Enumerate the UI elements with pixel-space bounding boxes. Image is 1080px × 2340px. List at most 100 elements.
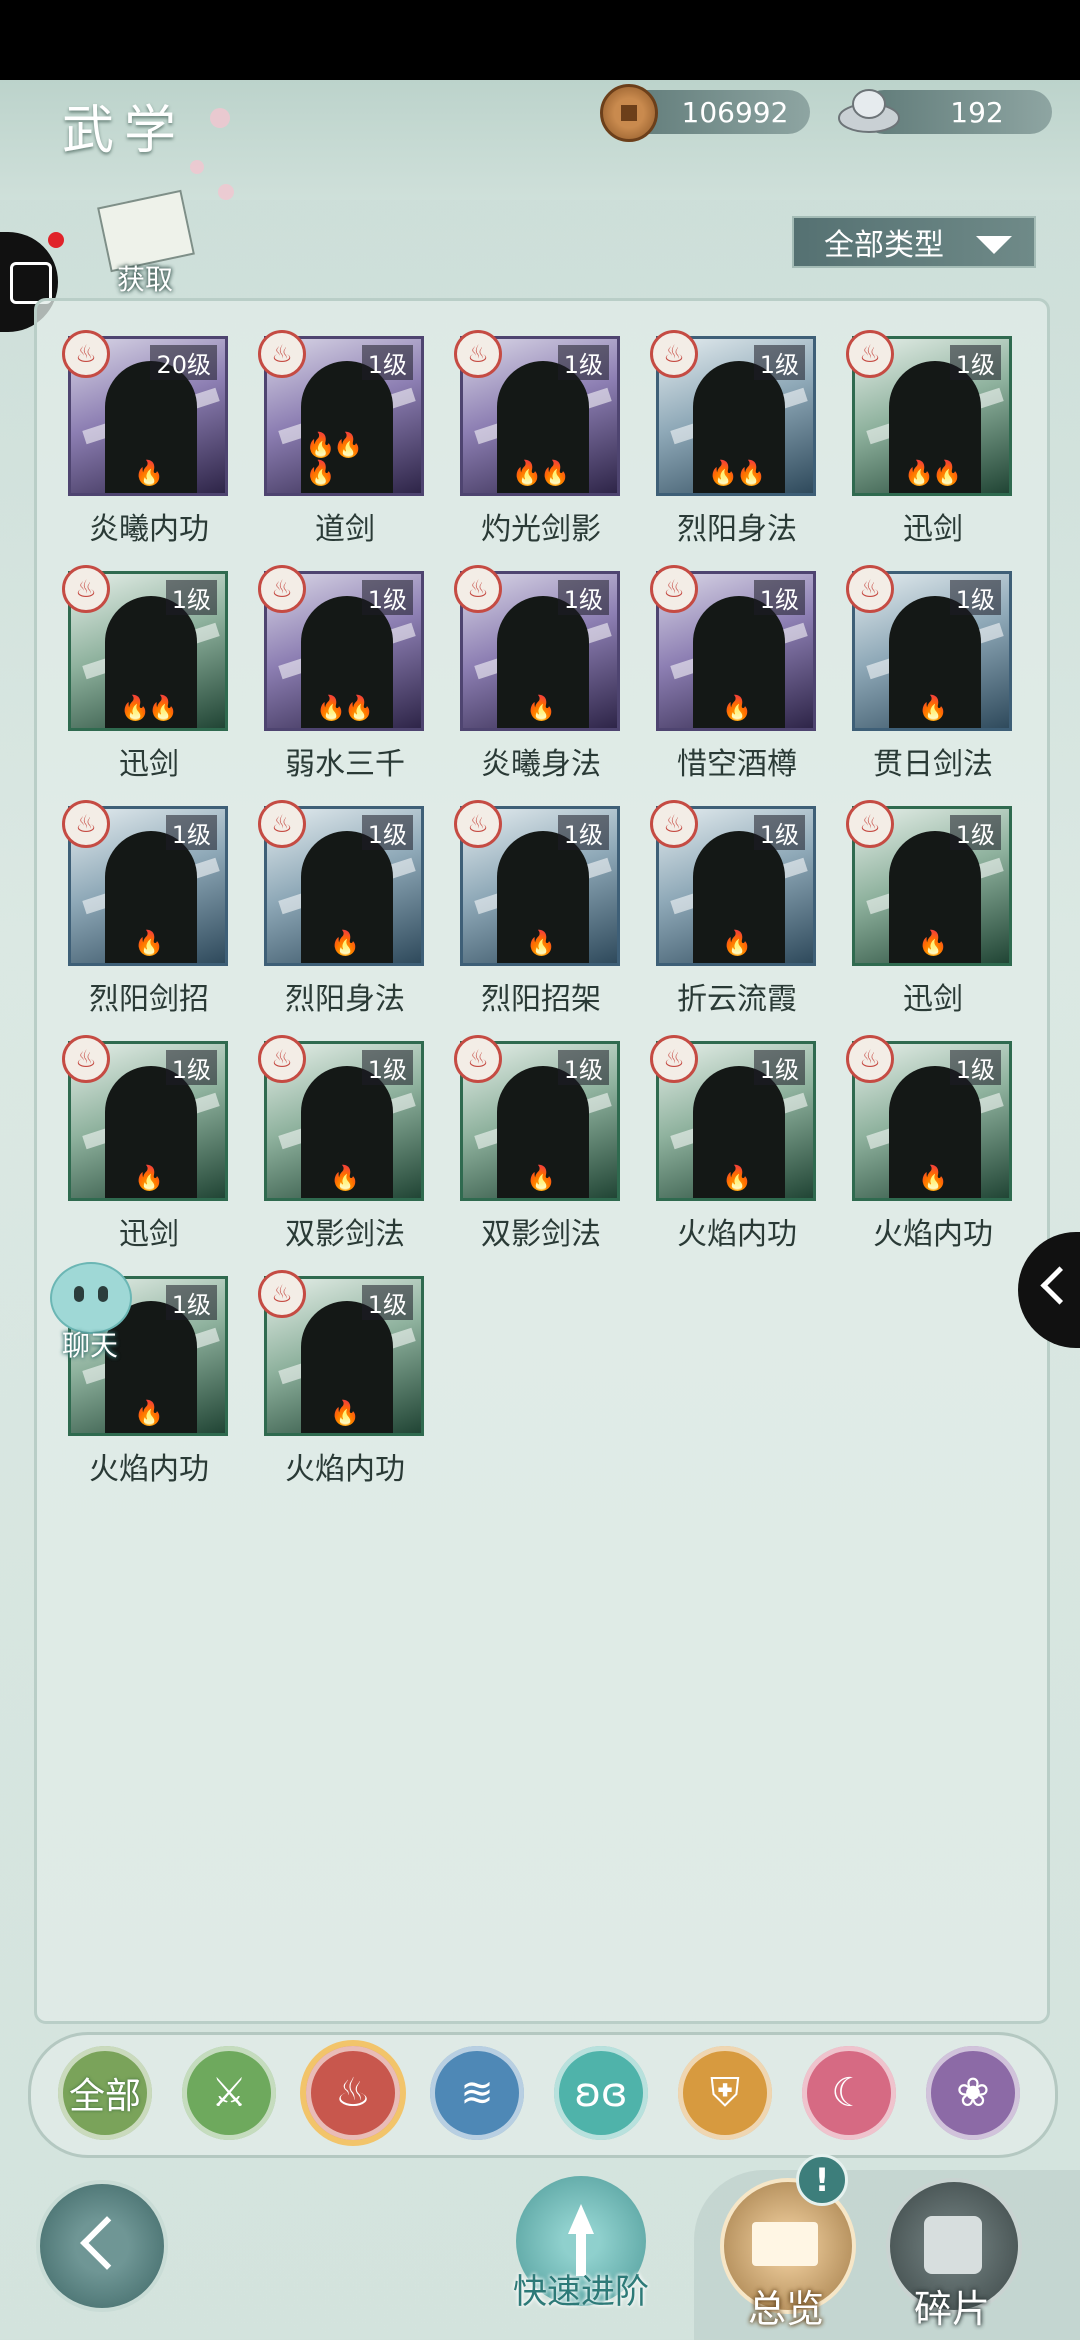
fire-element-icon: ♨	[454, 800, 502, 848]
category-fire-button[interactable]: ♨	[306, 2046, 400, 2140]
category-shield-button[interactable]: ⛨	[678, 2046, 772, 2140]
moon-icon: ☾	[831, 2070, 867, 2116]
flame-rank-icon: 🔥	[330, 1399, 360, 1427]
skill-level: 1级	[949, 345, 1001, 380]
skill-name: 惜空酒樽	[677, 747, 797, 782]
flame-rank-icon: 🔥	[722, 929, 752, 957]
flame-rank-icon: 🔥	[918, 1164, 948, 1192]
chevron-left-icon	[1040, 1266, 1079, 1305]
flame-rank-icon: 🔥	[134, 459, 164, 487]
category-flower-button[interactable]: ❀	[926, 2046, 1020, 2140]
notification-dot	[48, 232, 64, 248]
filter-label: 全部类型	[824, 228, 944, 263]
silver-amount: 192	[950, 95, 1004, 129]
flame-rank-icon: 🔥🔥	[708, 459, 766, 487]
fire-element-icon: ♨	[62, 565, 110, 613]
skill-level: 1级	[753, 815, 805, 850]
skill-level: 1级	[557, 815, 609, 850]
chat-label: 聊天	[61, 1329, 118, 1362]
fire-icon: ♨	[335, 2070, 371, 2116]
acquire-button[interactable]: 获取	[95, 189, 195, 298]
skill-level: 1级	[753, 345, 805, 380]
skill-name: 折云流霞	[677, 982, 797, 1017]
skill-name: 迅剑	[119, 747, 179, 782]
category-all-label: 全部	[68, 2076, 141, 2117]
fire-element-icon: ♨	[258, 1035, 306, 1083]
butterfly-icon: ʚɞ	[574, 2070, 628, 2116]
fire-element-icon: ♨	[650, 800, 698, 848]
blossom-decoration	[210, 108, 230, 128]
fire-element-icon: ♨	[650, 1035, 698, 1083]
chat-button[interactable]: 聊天	[40, 1262, 140, 1362]
category-all-button[interactable]: 全部	[58, 2046, 152, 2140]
status-bar	[0, 0, 1080, 80]
skill-level: 1级	[753, 580, 805, 615]
skill-name: 火焰内功	[873, 1217, 993, 1252]
copper-amount: 106992	[681, 95, 789, 129]
category-wave-button[interactable]: ≋	[430, 2046, 524, 2140]
fire-element-icon: ♨	[258, 1270, 306, 1318]
flower-icon: ❀	[956, 2070, 990, 2116]
skill-level: 1级	[361, 1285, 413, 1320]
fire-element-icon: ♨	[454, 330, 502, 378]
fire-element-icon: ♨	[650, 565, 698, 613]
skill-name: 烈阳身法	[285, 982, 405, 1017]
wave-icon: ≋	[460, 2070, 494, 2116]
skill-level: 1级	[165, 815, 217, 850]
skill-level: 1级	[949, 1050, 1001, 1085]
overview-label: 总览	[747, 2287, 824, 2331]
skill-level: 1级	[165, 1050, 217, 1085]
skill-name: 烈阳招架	[481, 982, 601, 1017]
skill-name: 迅剑	[903, 512, 963, 547]
flame-rank-icon: 🔥🔥	[120, 694, 178, 722]
flame-rank-icon: 🔥	[330, 929, 360, 957]
skill-level: 1级	[165, 580, 217, 615]
fire-element-icon: ♨	[62, 800, 110, 848]
shield-icon: ⛨	[710, 2070, 740, 2116]
acquire-label: 获取	[116, 263, 173, 296]
skill-level: 1级	[949, 815, 1001, 850]
skill-name: 炎曦身法	[481, 747, 601, 782]
skill-level: 1级	[361, 1050, 413, 1085]
fire-element-icon: ♨	[846, 1035, 894, 1083]
flame-rank-icon: 🔥	[722, 1164, 752, 1192]
skill-name: 烈阳身法	[677, 512, 797, 547]
flame-rank-icon: 🔥	[526, 694, 556, 722]
fire-element-icon: ♨	[846, 800, 894, 848]
flame-rank-icon: 🔥	[134, 1164, 164, 1192]
blossom-decoration	[218, 184, 234, 200]
fire-element-icon: ♨	[846, 565, 894, 613]
category-sword-button[interactable]: ⚔	[182, 2046, 276, 2140]
sword-icon: ⚔	[211, 2070, 247, 2116]
category-butterfly-button[interactable]: ʚɞ	[554, 2046, 648, 2140]
back-button[interactable]	[36, 2180, 168, 2312]
skill-name: 炎曦内功	[89, 512, 209, 547]
skill-name: 贯日剑法	[873, 747, 993, 782]
skill-name: 火焰内功	[89, 1452, 209, 1487]
skill-name: 道剑	[315, 512, 375, 547]
fire-element-icon: ♨	[846, 330, 894, 378]
flame-rank-icon: 🔥🔥	[316, 694, 374, 722]
fire-element-icon: ♨	[258, 800, 306, 848]
skill-level: 1级	[557, 580, 609, 615]
skill-level: 1级	[361, 815, 413, 850]
category-moon-button[interactable]: ☾	[802, 2046, 896, 2140]
blossom-decoration	[190, 160, 204, 174]
skill-level: 20级	[150, 345, 217, 380]
back-arrow-icon	[80, 2216, 134, 2270]
book-icon	[752, 2222, 818, 2266]
fire-element-icon: ♨	[454, 1035, 502, 1083]
silver-ingot-icon	[838, 89, 900, 133]
fire-element-icon: ♨	[454, 565, 502, 613]
skill-name: 双影剑法	[481, 1217, 601, 1252]
dropdown-arrow-icon	[976, 236, 1012, 254]
skill-level: 1级	[753, 1050, 805, 1085]
flame-rank-icon: 🔥	[722, 694, 752, 722]
flame-rank-icon: 🔥🔥	[904, 459, 962, 487]
skill-level: 1级	[361, 580, 413, 615]
type-filter-dropdown[interactable]: 全部类型	[792, 216, 1036, 268]
fire-element-icon: ♨	[258, 330, 306, 378]
copper-coin-icon	[600, 84, 658, 142]
flame-rank-icon: 🔥	[918, 694, 948, 722]
page-title: 武学	[62, 101, 187, 161]
